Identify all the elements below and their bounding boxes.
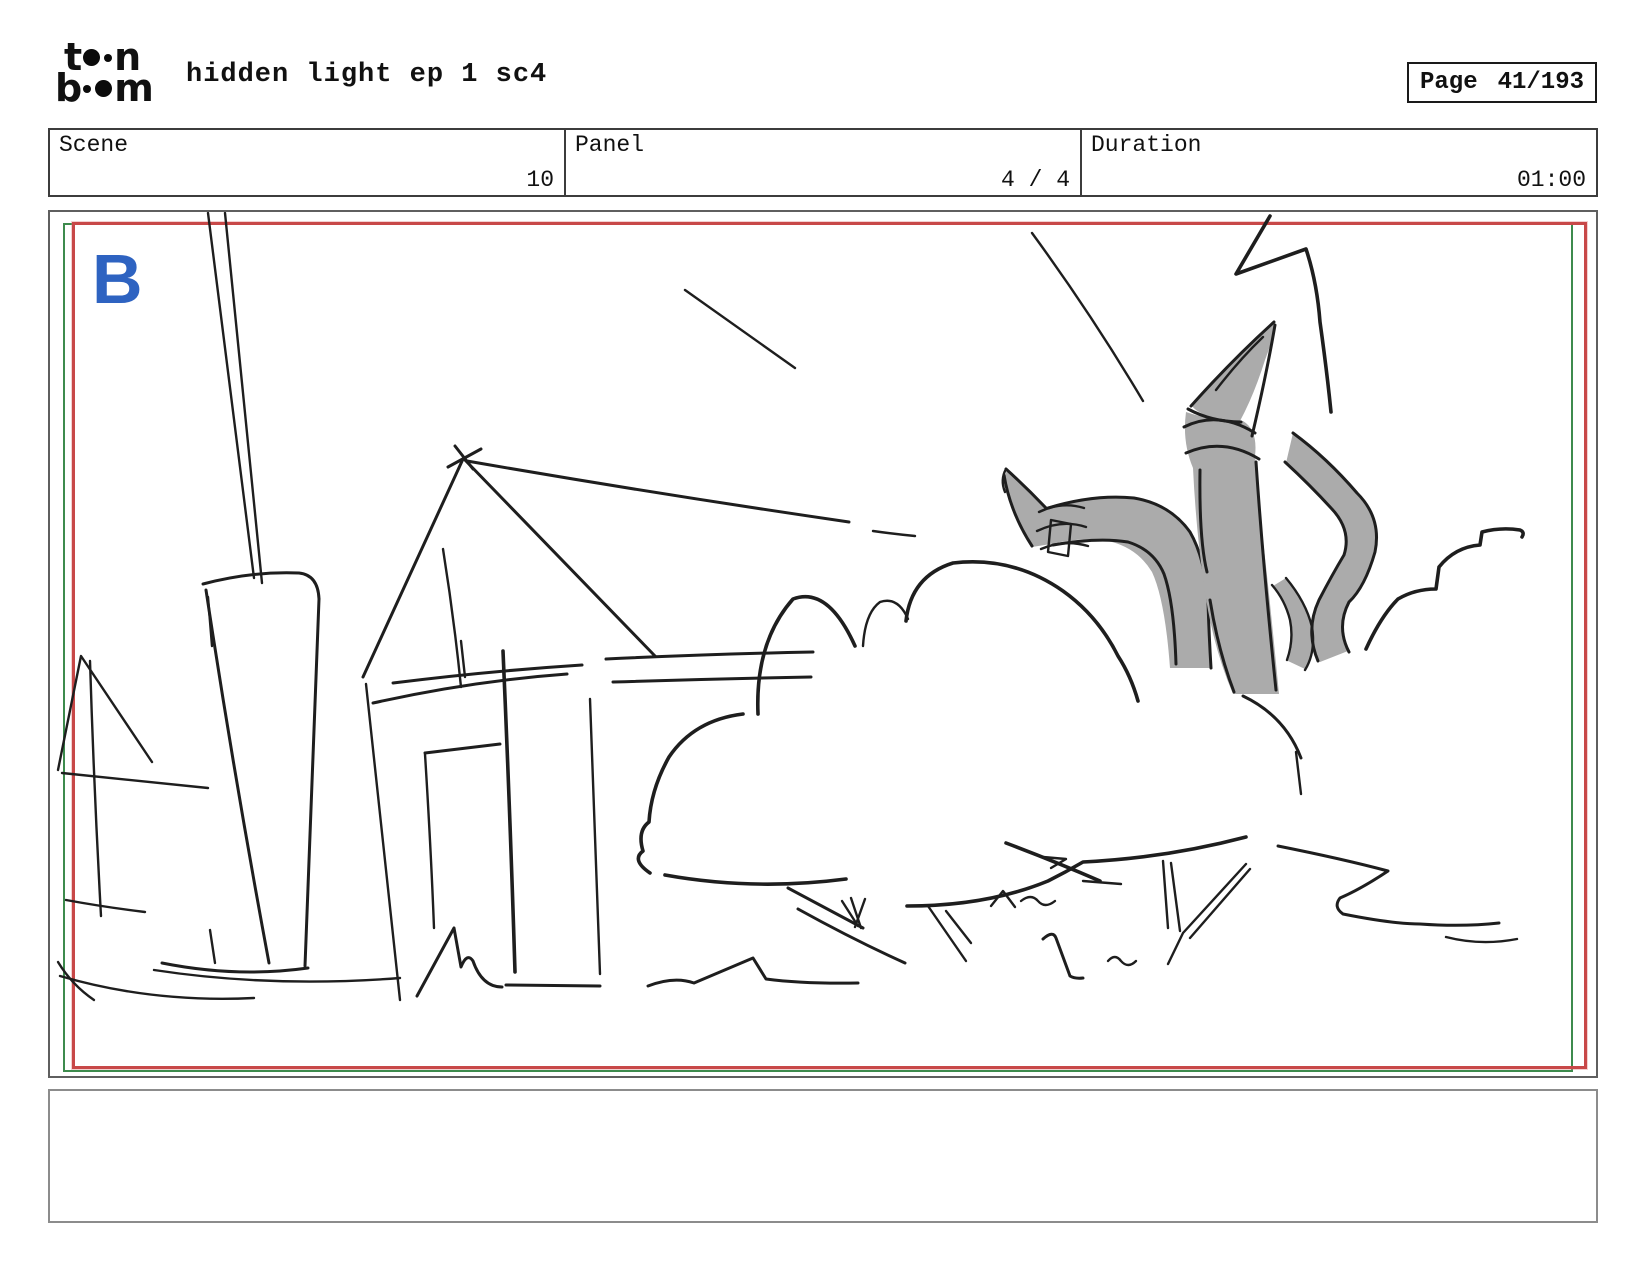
toonboom-logo-row-bottom: b m [55,66,154,110]
logo-dot-icon [95,80,113,97]
panel-label: Panel [575,132,645,158]
sketch-pole [206,212,264,585]
scene-label: Scene [59,132,129,158]
duration-cell: Duration 01:00 [1080,130,1596,195]
sketch-barn [361,444,917,1002]
duration-value: 01:00 [1516,167,1586,193]
shot-info-table: Scene 10 Panel 4 / 4 Duration 01:00 [48,128,1598,197]
storyboard-sketch [56,212,1525,1002]
logo-dot-icon [83,84,92,93]
sketch-smoke [1270,431,1379,796]
storyboard-page: { "header": { "logo": { "top_left": "t",… [0,0,1650,1275]
logo-dot-icon [104,53,113,62]
logo-letter: m [114,66,154,110]
panel-cell: Panel 4 / 4 [564,130,1080,195]
page-label: Page [1420,69,1478,96]
duration-label: Duration [1091,132,1202,158]
caption-box [48,1089,1598,1223]
panel-value: 4 / 4 [1000,167,1070,193]
panel-letter-marker: B [92,240,143,318]
logo-letter: b [55,66,82,110]
scene-value: 10 [526,167,554,193]
page-indicator: Page 41/193 [1407,62,1597,103]
toonboom-logo: t n b m [55,38,154,110]
storyboard-panel: B [48,210,1598,1078]
page-number: 41/193 [1497,69,1584,96]
project-title: hidden light ep 1 sc4 [186,60,548,90]
logo-dot-icon [83,49,101,66]
sketch-dust-cloud [636,527,1525,966]
sketch-motion-lines [683,231,1145,403]
scene-cell: Scene 10 [50,130,564,195]
sketch-building [152,571,402,983]
sketch-ground [646,844,1519,988]
